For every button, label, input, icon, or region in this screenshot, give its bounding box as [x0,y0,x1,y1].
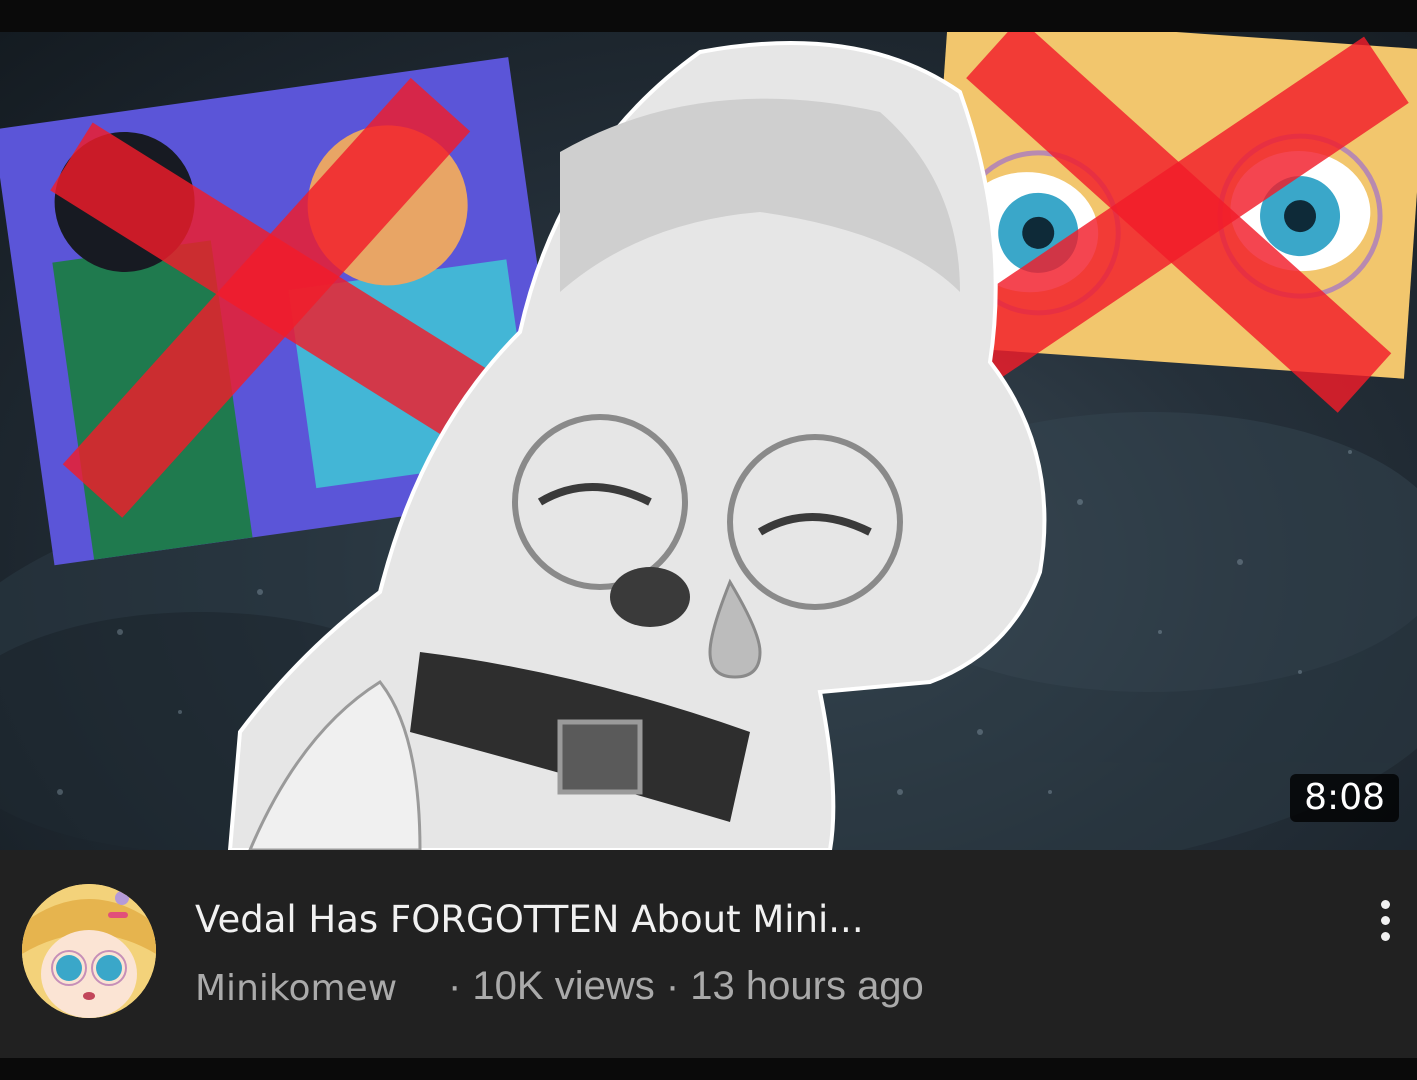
menu-dot [1380,899,1390,909]
thumbnail-art [0,32,1417,850]
menu-dot [1380,931,1390,941]
avatar-art [22,884,156,1018]
video-title[interactable]: Vedal Has FORGOTTEN About Mini... [195,898,864,941]
duration-badge: 8:08 [1290,774,1399,822]
bottom-bar [0,1058,1417,1080]
video-meta-panel: Vedal Has FORGOTTEN About Mini... Miniko… [0,850,1417,1058]
more-vert-icon[interactable] [1367,890,1403,950]
crossed-art-right [925,32,1417,413]
video-thumbnail[interactable]: 8:08 [0,32,1417,850]
video-card-screen: 8:08 Vedal Has FORGOTTEN About Mini... M… [0,0,1417,1080]
top-bar [0,0,1417,32]
video-stats: · 10K views · 13 hours ago [448,964,924,1008]
channel-name[interactable]: Minikomew [195,968,397,1009]
channel-avatar[interactable] [22,884,156,1018]
menu-dot [1380,915,1390,925]
